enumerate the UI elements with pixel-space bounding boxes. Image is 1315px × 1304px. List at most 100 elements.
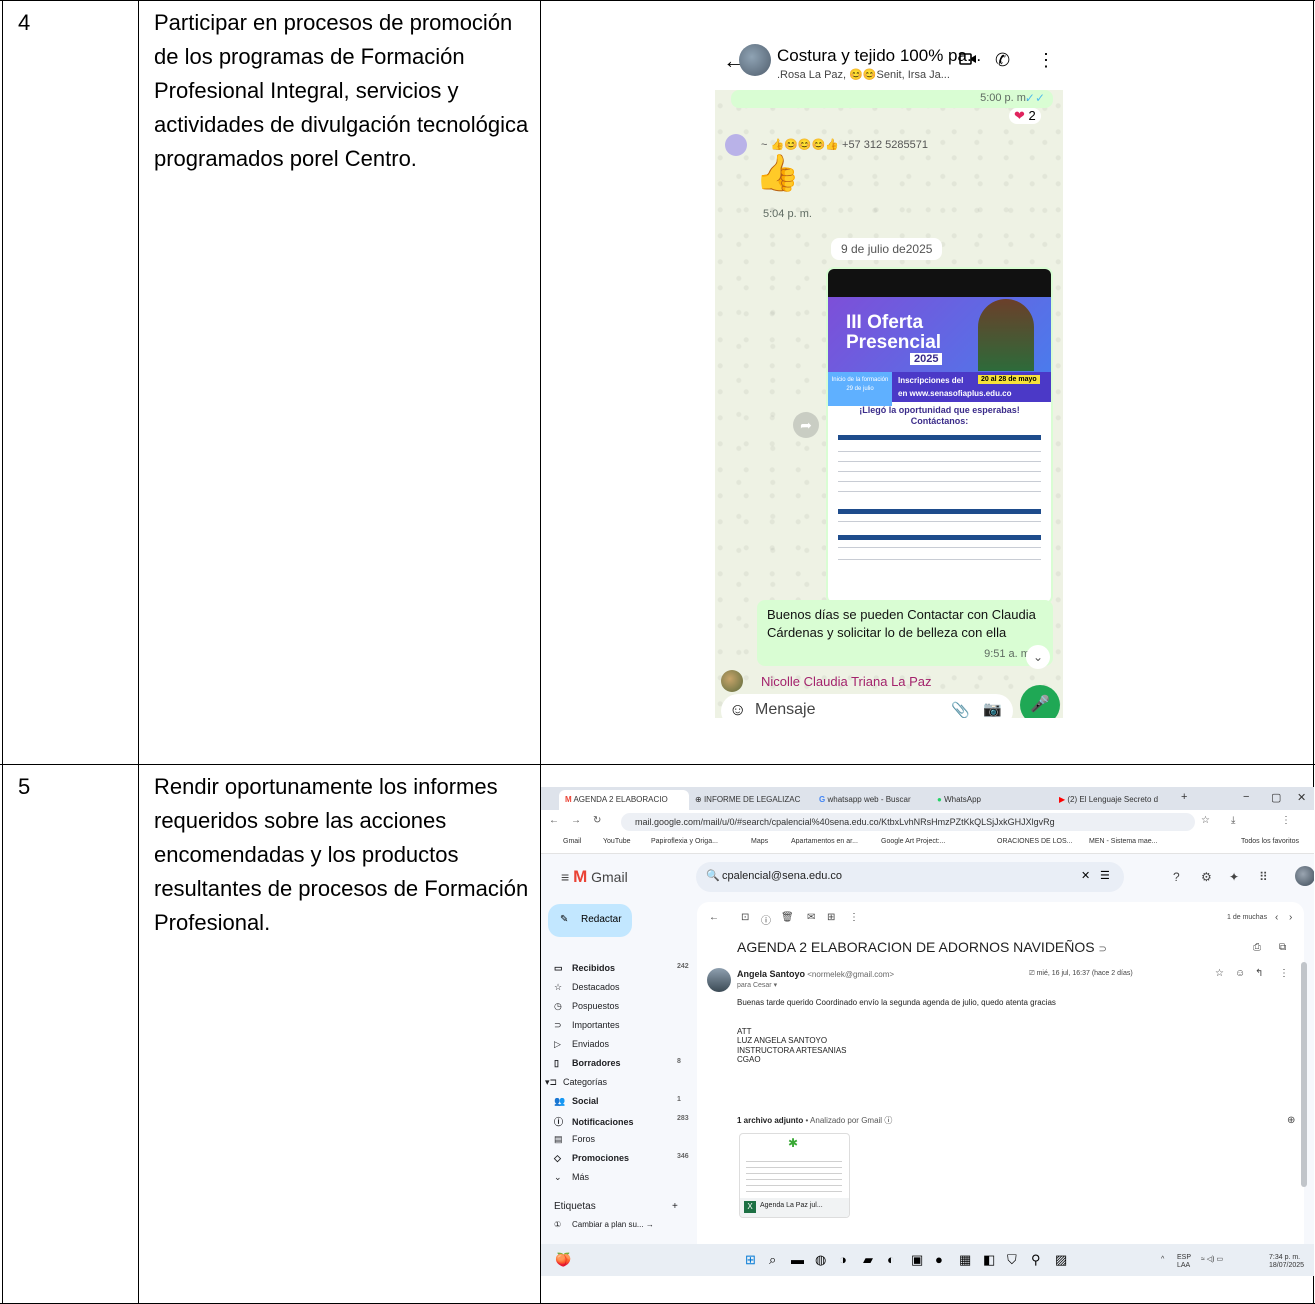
snooze-icon[interactable]: ⊞	[827, 912, 835, 923]
clear-search-icon[interactable]: ✕	[1081, 869, 1090, 882]
sidebar-item-drafts[interactable]: ▯ Borradores 8	[554, 1058, 681, 1069]
prev-icon[interactable]: ‹	[1275, 912, 1278, 923]
more-icon[interactable]: ⋮	[849, 912, 859, 923]
archive-icon[interactable]: ⊡	[741, 912, 749, 923]
edge-icon[interactable]: ◑	[839, 1252, 847, 1267]
chrome-icon[interactable]: ◍	[815, 1252, 826, 1268]
filter-icon[interactable]: ☰	[1100, 869, 1110, 882]
message-more-icon[interactable]: ⋮	[1279, 968, 1289, 979]
hamburger-icon[interactable]: ≡	[561, 869, 569, 885]
app-icon[interactable]: ▦	[959, 1252, 971, 1268]
next-icon[interactable]: ›	[1289, 912, 1292, 923]
sidebar-item-updates[interactable]: ⓘ Notificaciones 283	[554, 1115, 689, 1128]
back-to-list-icon[interactable]: ←	[709, 912, 719, 923]
reply-icon[interactable]: ↰	[1255, 968, 1263, 979]
browser-tab[interactable]: M AGENDA 2 ELABORACIO	[559, 790, 689, 810]
app-icon[interactable]: ◧	[983, 1252, 995, 1268]
bookmark-item[interactable]: Maps	[751, 838, 768, 845]
sidebar-item-social[interactable]: 👥 Social 1	[554, 1096, 681, 1107]
attachment-card[interactable]: ✱ X Agenda La Paz jul...	[739, 1133, 850, 1218]
sender-avatar[interactable]	[725, 134, 747, 156]
promo-image[interactable]: III Oferta Presencial 2025 Inicio de la …	[828, 269, 1051, 602]
wifi-volume-battery-icon[interactable]: ≈ ◁) ▭	[1201, 1256, 1223, 1264]
app-icon[interactable]: ⛉	[1007, 1252, 1017, 1268]
word-icon[interactable]: ▣	[911, 1252, 923, 1268]
search-query[interactable]: cpalencial@sena.edu.co	[722, 870, 842, 882]
bookmark-star-icon[interactable]: ☆	[1201, 815, 1210, 826]
add-to-drive-icon[interactable]: ⊕	[1287, 1115, 1295, 1126]
attach-icon[interactable]: 📎	[951, 701, 970, 718]
help-icon[interactable]: ?	[1173, 870, 1180, 884]
add-label-icon[interactable]: +	[672, 1201, 678, 1212]
new-window-icon[interactable]: ⧉	[1279, 942, 1286, 953]
close-icon[interactable]: ✕	[1297, 791, 1306, 804]
sidebar-item-promotions[interactable]: ◇ Promociones 346	[554, 1153, 689, 1164]
sidebar-item-more[interactable]: ⌄ Más	[554, 1172, 589, 1183]
print-icon[interactable]: ⎙	[1253, 942, 1261, 953]
all-bookmarks[interactable]: Todos los favoritos	[1241, 838, 1299, 845]
app-icon[interactable]: ▨	[1055, 1252, 1067, 1268]
browser-tab[interactable]: ⊕ INFORME DE LEGALIZAC	[689, 790, 813, 810]
back-icon[interactable]: ←	[549, 815, 559, 826]
bookmark-item[interactable]: MEN - Sistema mae...	[1089, 838, 1157, 845]
sender-avatar[interactable]	[707, 968, 731, 992]
task-view-icon[interactable]: ▬	[791, 1252, 804, 1267]
bookmark-item[interactable]: YouTube	[603, 838, 631, 845]
bookmark-item[interactable]: Google Art Project:...	[881, 838, 946, 845]
phone-icon[interactable]: ✆	[995, 50, 1010, 71]
taskbar-search-icon[interactable]: ⌕	[769, 1252, 776, 1268]
microphone-icon[interactable]: 🎤	[1020, 685, 1060, 718]
bookmark-item[interactable]: Papiroflexia y Origa...	[651, 838, 718, 845]
explorer-icon[interactable]: ▰	[863, 1252, 873, 1268]
account-avatar[interactable]	[1295, 866, 1314, 886]
scroll-down-icon[interactable]: ⌄	[1026, 645, 1050, 669]
minimize-icon[interactable]: −	[1243, 791, 1249, 803]
compose-button[interactable]: ✎ Redactar	[548, 904, 632, 937]
menu-icon[interactable]: ⋮	[1281, 815, 1291, 826]
important-marker-icon[interactable]: ⊃	[1099, 944, 1107, 955]
browser-tab[interactable]: ● WhatsApp	[931, 790, 1055, 810]
tray-expand-icon[interactable]: ^	[1161, 1256, 1164, 1264]
download-icon[interactable]: ⤓	[1231, 815, 1235, 826]
sidebar-item-categories[interactable]: ▾⊐ Categorías	[545, 1077, 607, 1088]
camera-icon[interactable]: 📷	[983, 700, 1002, 718]
emoji-react-icon[interactable]: ☺	[1235, 968, 1245, 979]
app-icon[interactable]: ⚲	[1031, 1252, 1041, 1268]
emoji-icon[interactable]: ☺	[729, 700, 746, 718]
sidebar-item-starred[interactable]: ☆ Destacados	[554, 982, 620, 993]
notification-app-icon[interactable]: 🍑	[555, 1252, 571, 1268]
gemini-icon[interactable]: ✦	[1229, 870, 1239, 884]
forward-icon[interactable]: ➦	[793, 412, 819, 438]
message-input[interactable]: ☺ Mensaje 📎 📷	[721, 694, 1013, 718]
video-call-icon[interactable]	[959, 50, 977, 71]
search-bar[interactable]: 🔍 cpalencial@sena.edu.co ✕ ☰	[696, 862, 1124, 892]
more-options-icon[interactable]: ⋮	[1037, 50, 1055, 71]
app-icon[interactable]: ●	[935, 1252, 943, 1267]
bookmark-item[interactable]: Gmail	[563, 838, 581, 845]
scrollbar[interactable]	[1301, 962, 1307, 1187]
forward-nav-icon[interactable]: →	[571, 815, 581, 826]
mention-row[interactable]: Nicolle Claudia Triana La Paz	[715, 670, 1063, 692]
reload-icon[interactable]: ↻	[593, 815, 601, 826]
sidebar-item-forums[interactable]: ▤ Foros	[554, 1134, 595, 1145]
tray-lang[interactable]: ESP LAA	[1177, 1254, 1191, 1270]
maximize-icon[interactable]: ▢	[1271, 791, 1281, 804]
search-icon[interactable]: 🔍	[706, 869, 720, 882]
store-icon[interactable]: ◐	[887, 1252, 895, 1267]
email-to[interactable]: para Cesar ▾	[737, 981, 777, 989]
settings-icon[interactable]: ⚙	[1201, 870, 1212, 884]
delete-icon[interactable]: 🗑	[781, 912, 794, 923]
new-tab-icon[interactable]: +	[1181, 791, 1187, 803]
tray-clock[interactable]: 7:34 p. m. 18/07/2025	[1269, 1254, 1304, 1270]
sidebar-item-important[interactable]: ⊃ Importantes	[554, 1020, 620, 1031]
browser-tab[interactable]: G whatsapp web - Buscar	[813, 790, 929, 810]
apps-grid-icon[interactable]: ⠿	[1259, 870, 1268, 884]
browser-tab[interactable]: ▶ (2) El Lenguaje Secreto d	[1053, 790, 1177, 810]
star-message-icon[interactable]: ☆	[1215, 968, 1224, 979]
group-avatar[interactable]	[739, 44, 771, 76]
bookmark-item[interactable]: ORACIONES DE LOS...	[997, 838, 1072, 845]
start-icon[interactable]: ⊞	[745, 1252, 756, 1268]
bookmark-item[interactable]: Apartamentos en ar...	[791, 838, 858, 845]
url-field[interactable]: mail.google.com/mail/u/0/#search/cpalenc…	[621, 813, 1195, 831]
sidebar-item-inbox[interactable]: ▭ Recibidos 242	[554, 963, 689, 974]
